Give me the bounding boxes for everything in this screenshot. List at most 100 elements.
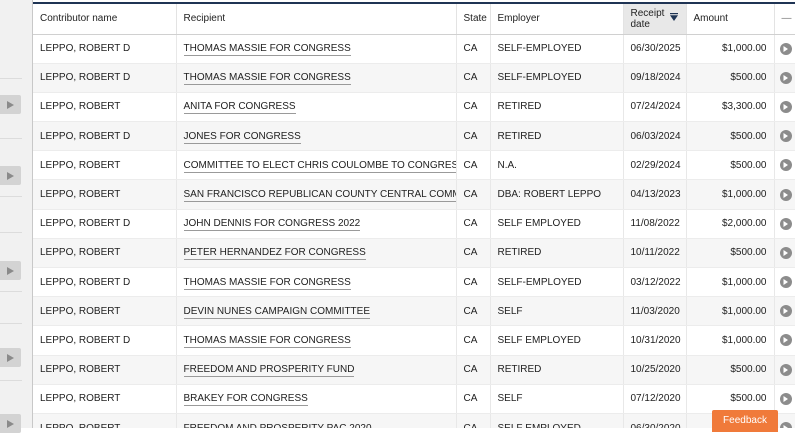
header-contributor-name[interactable]: Contributor name xyxy=(33,4,177,35)
cell-receipt-date: 11/08/2022 xyxy=(623,209,687,239)
cell-row-action xyxy=(774,63,795,93)
cell-employer: SELF-EMPLOYED xyxy=(490,267,624,298)
cell-state: CA xyxy=(456,355,491,385)
cell-recipient: FREEDOM AND PROSPERITY FUND xyxy=(176,355,457,385)
cell-recipient: COMMITTEE TO ELECT CHRIS COULOMBE TO CON… xyxy=(176,150,457,181)
table-row: LEPPO, ROBERT BRAKEY FOR CONGRESS CA SELF 07… xyxy=(33,384,795,414)
rail-expand-button[interactable] xyxy=(0,261,21,280)
cell-amount: $500.00 xyxy=(686,63,775,93)
cell-recipient: SAN FRANCISCO REPUBLICAN COUNTY CENTRAL … xyxy=(176,179,457,210)
recipient-link[interactable]: DEVIN NUNES CAMPAIGN COMMITTEE xyxy=(183,305,370,319)
play-icon xyxy=(7,266,14,275)
cell-employer: RETIRED xyxy=(490,121,624,152)
cell-receipt-date: 11/03/2020 xyxy=(623,296,687,327)
cell-receipt-date: 06/30/2025 xyxy=(623,34,687,64)
sort-down-icon[interactable] xyxy=(670,13,679,24)
recipient-link[interactable]: SAN FRANCISCO REPUBLICAN COUNTY CENTRAL … xyxy=(183,189,455,203)
cell-state: CA xyxy=(456,179,491,210)
cell-state: CA xyxy=(456,296,491,327)
play-icon xyxy=(7,171,14,180)
header-options-dash[interactable]: — xyxy=(774,4,795,35)
cell-receipt-date: 06/03/2024 xyxy=(623,121,687,152)
play-circle-icon[interactable] xyxy=(779,334,792,347)
header-receipt-date-label: Receipt date xyxy=(630,7,665,30)
play-circle-icon[interactable] xyxy=(779,188,792,201)
cell-recipient: THOMAS MASSIE FOR CONGRESS xyxy=(176,63,457,93)
play-circle-icon[interactable] xyxy=(779,71,792,84)
cell-row-action xyxy=(774,384,795,414)
cell-employer: SELF xyxy=(490,296,624,327)
rail-expand-button[interactable] xyxy=(0,95,21,114)
recipient-link[interactable]: BRAKEY FOR CONGRESS xyxy=(183,393,308,407)
cell-receipt-date: 04/13/2023 xyxy=(623,179,687,210)
header-recipient[interactable]: Recipient xyxy=(176,4,457,35)
rail-divider xyxy=(0,138,22,139)
play-circle-icon[interactable] xyxy=(779,100,792,113)
cell-contributor: LEPPO, ROBERT xyxy=(33,384,177,414)
table-row: LEPPO, ROBERT DEVIN NUNES CAMPAIGN COMMIT… xyxy=(33,296,795,327)
table-row: LEPPO, ROBERT D THOMAS MASSIE FOR CONGRES… xyxy=(33,325,795,356)
recipient-link[interactable]: THOMAS MASSIE FOR CONGRESS xyxy=(183,72,351,86)
cell-state: CA xyxy=(456,267,491,298)
recipient-link[interactable]: ANITA FOR CONGRESS xyxy=(183,101,296,115)
recipient-link[interactable]: THOMAS MASSIE FOR CONGRESS xyxy=(183,43,351,57)
cell-state: CA xyxy=(456,150,491,181)
recipient-link[interactable]: JOHN DENNIS FOR CONGRESS 2022 xyxy=(183,218,361,232)
play-circle-icon[interactable] xyxy=(779,276,792,289)
cell-amount: $500.00 xyxy=(686,150,775,181)
cell-recipient: BRAKEY FOR CONGRESS xyxy=(176,384,457,414)
cell-employer: SELF xyxy=(490,384,624,414)
cell-contributor: LEPPO, ROBERT xyxy=(33,92,177,123)
rail-expand-button[interactable] xyxy=(0,166,21,185)
play-circle-icon[interactable] xyxy=(779,305,792,318)
play-circle-icon[interactable] xyxy=(779,42,792,55)
cell-contributor: LEPPO, ROBERT D xyxy=(33,63,177,93)
cell-row-action xyxy=(774,355,795,385)
cell-amount: $3,300.00 xyxy=(686,92,775,123)
cell-receipt-date: 03/12/2022 xyxy=(623,267,687,298)
feedback-button[interactable]: Feedback xyxy=(712,410,778,432)
cell-contributor: LEPPO, ROBERT xyxy=(33,179,177,210)
play-circle-icon[interactable] xyxy=(779,246,792,259)
rail-divider xyxy=(0,323,22,324)
contributions-table-container: Contributor name Recipient State Employe… xyxy=(33,0,795,428)
play-circle-icon[interactable] xyxy=(779,363,792,376)
play-circle-icon[interactable] xyxy=(779,130,792,143)
recipient-link[interactable]: JONES FOR CONGRESS xyxy=(183,130,301,144)
cell-employer: SELF EMPLOYED xyxy=(490,209,624,239)
recipient-link[interactable]: THOMAS MASSIE FOR CONGRESS xyxy=(183,334,351,348)
play-circle-icon[interactable] xyxy=(779,217,792,230)
table-row: LEPPO, ROBERT D JOHN DENNIS FOR CONGRESS … xyxy=(33,209,795,239)
cell-state: CA xyxy=(456,34,491,64)
header-amount[interactable]: Amount xyxy=(686,4,775,35)
play-circle-icon[interactable] xyxy=(779,392,792,405)
cell-state: CA xyxy=(456,63,491,93)
cell-row-action xyxy=(774,92,795,123)
cell-row-action xyxy=(774,34,795,64)
cell-state: CA xyxy=(456,238,491,269)
cell-contributor: LEPPO, ROBERT xyxy=(33,355,177,385)
header-employer[interactable]: Employer xyxy=(490,4,624,35)
cell-employer: SELF EMPLOYED xyxy=(490,325,624,356)
rail-divider xyxy=(0,291,22,292)
cell-row-action xyxy=(774,150,795,181)
table-body: LEPPO, ROBERT D THOMAS MASSIE FOR CONGRES… xyxy=(33,34,795,428)
cell-row-action xyxy=(774,179,795,210)
header-state[interactable]: State xyxy=(456,4,491,35)
contributions-table: Contributor name Recipient State Employe… xyxy=(33,4,795,428)
header-receipt-date[interactable]: Receipt date xyxy=(623,4,687,35)
rail-divider xyxy=(0,78,22,79)
recipient-link[interactable]: THOMAS MASSIE FOR CONGRESS xyxy=(183,276,351,290)
cell-row-action xyxy=(774,121,795,152)
recipient-link[interactable]: PETER HERNANDEZ FOR CONGRESS xyxy=(183,247,366,261)
recipient-link[interactable]: FREEDOM AND PROSPERITY PAC 2020 xyxy=(183,422,372,428)
rail-expand-button[interactable] xyxy=(0,414,21,433)
table-row: LEPPO, ROBERT D THOMAS MASSIE FOR CONGRES… xyxy=(33,34,795,64)
play-circle-icon[interactable] xyxy=(779,422,792,428)
rail-expand-button[interactable] xyxy=(0,348,21,367)
recipient-link[interactable]: FREEDOM AND PROSPERITY FUND xyxy=(183,364,355,378)
table-row: LEPPO, ROBERT FREEDOM AND PROSPERITY PAC … xyxy=(33,413,795,428)
play-circle-icon[interactable] xyxy=(779,159,792,172)
cell-recipient: THOMAS MASSIE FOR CONGRESS xyxy=(176,34,457,64)
recipient-link[interactable]: COMMITTEE TO ELECT CHRIS COULOMBE TO CON… xyxy=(183,159,455,173)
